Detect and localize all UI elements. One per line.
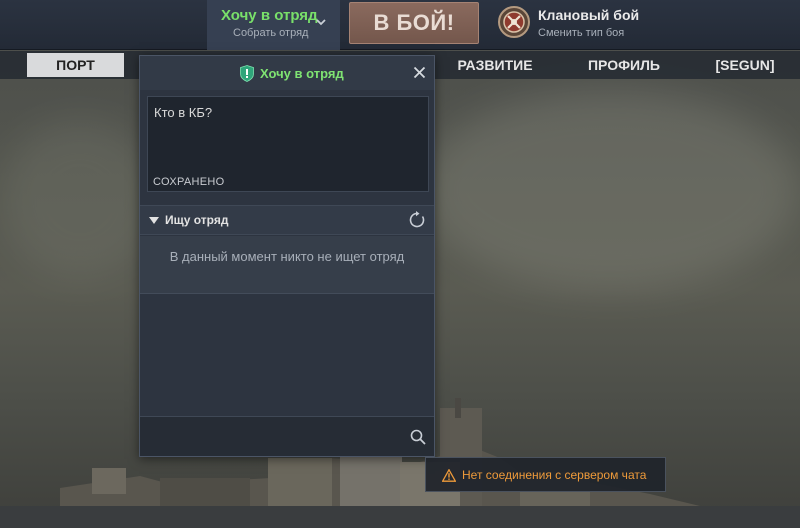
squad-panel: Хочу в отряд Кто в КБ? СОХРАНЕНО Ищу отр… [139,55,435,457]
nav-tab-development[interactable]: РАЗВИТИЕ [450,51,540,79]
refresh-icon[interactable] [408,211,426,229]
background-cloud [420,90,800,290]
search-section-title: Ищу отряд [165,213,229,227]
squad-menu-toggle[interactable]: Хочу в отряд Собрать отряд [207,0,340,50]
squad-note-field[interactable]: Кто в КБ? СОХРАНЕНО [147,96,429,192]
note-text: Кто в КБ? [154,105,213,120]
close-icon[interactable] [413,66,426,79]
toast-message: Нет соединения с сервером чата [462,468,647,482]
squad-title: Хочу в отряд [221,7,318,24]
note-status: СОХРАНЕНО [153,176,225,188]
panel-footer [140,416,434,456]
background-cloud [0,120,160,280]
squad-list: В данный момент никто не ищет отряд [140,236,434,294]
search-icon[interactable] [410,429,426,445]
panel-title: Хочу в отряд [260,66,344,81]
mode-title: Клановый бой [538,7,640,23]
clan-battle-icon[interactable] [497,5,531,39]
battle-button[interactable]: В БОЙ! [349,2,479,44]
triangle-down-icon [149,217,159,224]
chat-connection-toast: Нет соединения с сервером чата [425,457,666,492]
search-section-header[interactable]: Ищу отряд [140,205,434,235]
panel-header: Хочу в отряд [140,56,434,90]
shield-icon [240,65,254,82]
squad-subtitle: Собрать отряд [233,27,309,39]
nav-tab-profile[interactable]: ПРОФИЛЬ [580,51,668,79]
empty-list-message: В данный момент никто не ищет отряд [169,249,405,264]
change-mode-link[interactable]: Сменить тип боя [538,27,624,39]
top-bar: Хочу в отряд Собрать отряд В БОЙ! Кланов… [0,0,800,50]
nav-tab-port[interactable]: ПОРТ [27,53,124,77]
warning-icon [442,469,456,482]
chevron-down-icon [316,19,326,26]
nav-tab-clan[interactable]: [SEGUN] [710,51,780,79]
